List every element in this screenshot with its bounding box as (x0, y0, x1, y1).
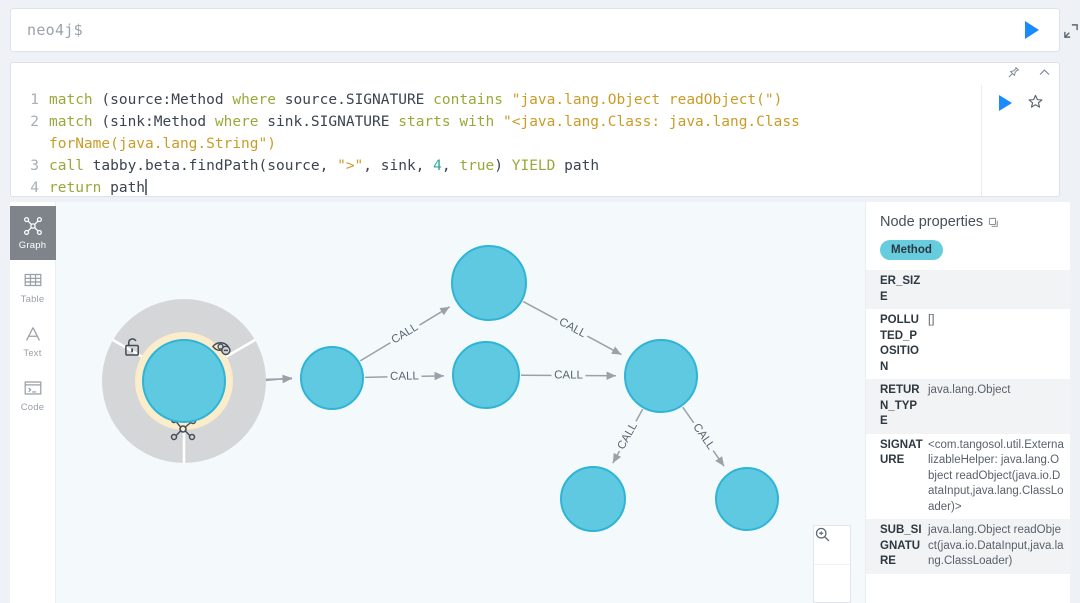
table-icon (24, 273, 41, 287)
chevron-up-icon[interactable] (1038, 66, 1051, 79)
property-key: POLLUTED_POSITION (880, 314, 919, 373)
view-tab-label: Text (23, 348, 42, 359)
graph-edge[interactable]: CALL (364, 368, 445, 384)
play-icon (1025, 21, 1039, 39)
code-area[interactable]: 1 match (source:Method where source.SIGNA… (11, 85, 981, 196)
property-key: ER_SIZE (880, 275, 921, 303)
node-properties-header: Node properties (866, 214, 1070, 240)
property-value: java.lang.Object (928, 384, 1011, 396)
code-line: 1 match (source:Method where source.SIGNA… (11, 89, 981, 111)
view-switcher-rail: Graph Table Text Code (9, 202, 56, 603)
graph-node[interactable] (142, 339, 226, 423)
play-icon[interactable] (998, 95, 1012, 111)
property-row: RETURN_TYPE java.lang.Object (866, 379, 1070, 434)
code-line: 2 match (sink:Method where sink.SIGNATURE… (11, 111, 981, 133)
code-line: 4 return path (11, 177, 981, 196)
graph-edge[interactable]: CALL (359, 306, 451, 362)
view-tab-graph[interactable]: Graph (9, 206, 56, 260)
line-number: 2 (30, 114, 39, 130)
line-number: 4 (30, 180, 39, 196)
zoom-out-icon (815, 527, 830, 542)
graph-edge[interactable]: CALL (682, 406, 725, 467)
text-icon (25, 327, 40, 341)
code-line: 3 call tabby.beta.findPath(source, ">", s… (11, 155, 981, 177)
zoom-out-button[interactable] (814, 527, 850, 602)
graph-edge[interactable]: CALL (520, 367, 617, 383)
code-text: return path (49, 179, 148, 196)
property-row: ER_SIZE (866, 270, 1070, 309)
star-icon[interactable] (1028, 94, 1043, 109)
graph-canvas[interactable]: CALL CALL CALL CALL CALL CALL (56, 202, 865, 603)
neo4j-browser-window: neo4j$ 1 match (source:Method where sourc… (0, 0, 1080, 603)
property-key: SUB_SIGNATURE (880, 524, 922, 567)
graph-edge[interactable]: CALL (522, 300, 622, 356)
edge-label: CALL (390, 370, 420, 383)
node-properties-title: Node properties (880, 214, 984, 230)
graph-icon (23, 217, 42, 235)
view-tab-label: Table (20, 294, 45, 305)
code-icon (24, 381, 41, 395)
view-tab-table[interactable]: Table (10, 260, 56, 314)
property-key: RETURN_TYPE (880, 384, 920, 427)
graph-node[interactable] (452, 341, 520, 409)
property-value (928, 270, 934, 309)
copy-icon[interactable] (988, 217, 999, 228)
node-properties-panel: Node properties Method ER_SIZE POLLUTED_P… (865, 202, 1070, 603)
node-label-badge[interactable]: Method (880, 240, 943, 260)
property-value: [] (928, 314, 935, 326)
graph-node[interactable] (451, 245, 527, 321)
property-row: SIGNATURE <com.tangosol.util.Externalizab… (866, 434, 1070, 520)
editor-actions (981, 85, 1059, 196)
property-row: SUB_SIGNATURE java.lang.Object readObject… (866, 519, 1070, 574)
command-bar[interactable]: neo4j$ (10, 8, 1060, 52)
node-properties-list: ER_SIZE POLLUTED_POSITION[] RETURN_TYPE jav… (866, 270, 1070, 574)
query-editor[interactable]: 1 match (source:Method where source.SIGNA… (10, 62, 1060, 197)
view-tab-text[interactable]: Text (10, 314, 56, 368)
view-tab-code[interactable]: Code (10, 368, 56, 422)
graph-node[interactable] (560, 466, 626, 532)
results-pane: Graph Table Text Code CALL CALL CALL CAL… (9, 202, 1070, 603)
edge-label: CALL (554, 369, 583, 381)
view-tab-label: Graph (18, 240, 47, 251)
command-input[interactable]: neo4j$ (11, 21, 1015, 39)
graph-node[interactable] (300, 346, 364, 410)
line-number (11, 133, 49, 155)
code-text: call tabby.beta.findPath(source, ">", si… (49, 158, 600, 174)
expand-icon[interactable] (1064, 24, 1078, 38)
code-line: forName(java.lang.String") (11, 133, 981, 155)
editor-body: 1 match (source:Method where source.SIGNA… (11, 85, 1059, 196)
run-query-button[interactable] (1015, 21, 1059, 39)
graph-node[interactable] (624, 339, 698, 413)
graph-edge[interactable]: CALL (612, 408, 644, 464)
text-caret (145, 179, 148, 195)
code-text: match (sink:Method where sink.SIGNATURE … (49, 114, 800, 130)
graph-visualization[interactable]: CALL CALL CALL CALL CALL CALL (56, 202, 865, 603)
code-text: forName(java.lang.String") (49, 136, 276, 152)
code-text: match (source:Method where source.SIGNAT… (49, 92, 783, 108)
zoom-controls (813, 525, 851, 603)
graph-node[interactable] (715, 467, 779, 531)
view-tab-label: Code (20, 402, 45, 413)
property-value: <com.tangosol.util.ExternalizableHelper:… (928, 438, 1064, 513)
pin-icon[interactable] (1007, 66, 1020, 79)
property-value: java.lang.Object readObject(java.io.Data… (928, 524, 1064, 567)
property-row: POLLUTED_POSITION [] (866, 309, 1070, 379)
property-key: SIGNATURE (880, 438, 923, 467)
code-lines: 1 match (source:Method where source.SIGNA… (11, 89, 981, 196)
line-number: 3 (30, 158, 39, 174)
editor-toolbar (1007, 66, 1051, 79)
line-number: 1 (30, 92, 39, 108)
